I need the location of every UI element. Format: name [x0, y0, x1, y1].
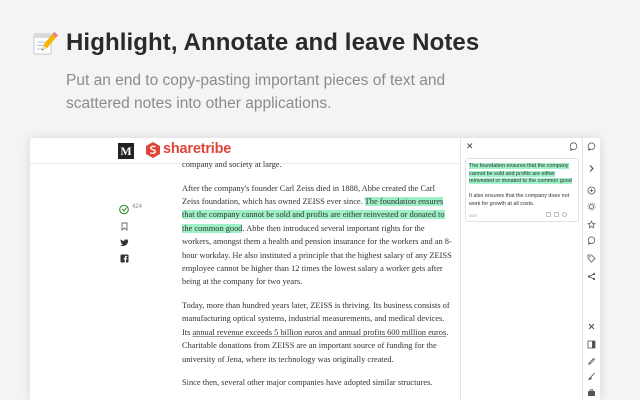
more-icon[interactable] — [562, 212, 567, 217]
article-paragraph: After the company's founder Carl Zeiss d… — [182, 182, 454, 289]
notes-panel: ✕ The foundation ensures that the compan… — [460, 138, 582, 400]
note-card[interactable]: The foundation ensures that the company … — [465, 158, 579, 222]
article-paragraph: company and society at large. — [182, 160, 282, 169]
close-icon[interactable] — [587, 322, 596, 331]
clap-icon[interactable] — [118, 203, 130, 215]
chat-icon[interactable] — [587, 142, 596, 151]
comment-icon[interactable] — [587, 236, 596, 245]
hero-title: Highlight, Annotate and leave Notes — [66, 29, 480, 56]
note-text[interactable]: It also ensures that the company does no… — [469, 193, 577, 208]
close-icon[interactable]: ✕ — [466, 141, 474, 152]
twitter-icon[interactable] — [120, 238, 129, 247]
copy-icon[interactable] — [554, 212, 559, 217]
article-text: . Abbe then introduced several important… — [182, 223, 452, 287]
layout-icon[interactable] — [587, 340, 596, 349]
note-quote: The foundation ensures that the company … — [469, 163, 577, 186]
hero-subtitle: Put an end to copy-pasting important pie… — [66, 72, 446, 112]
briefcase-icon[interactable] — [587, 388, 596, 397]
highlighter-icon[interactable] — [587, 356, 596, 365]
article-paragraph: Since then, several other major companie… — [182, 378, 433, 388]
clap-count: 424 — [132, 204, 143, 210]
note-quote-text: The foundation ensures that the company … — [469, 163, 572, 185]
brand-name[interactable]: sharetribe — [163, 141, 231, 157]
bookmark-icon[interactable] — [120, 222, 129, 231]
chevron-right-icon[interactable] — [587, 164, 596, 173]
medium-logo[interactable]: M — [118, 143, 134, 159]
tag-icon[interactable] — [587, 254, 596, 263]
star-icon[interactable] — [587, 220, 596, 229]
notepad-pencil-icon — [33, 31, 58, 55]
underlined-link[interactable]: annual revenue exceeds 5 billion euros a… — [192, 328, 446, 337]
sharetribe-logo-icon[interactable] — [146, 142, 160, 158]
paintbrush-icon[interactable] — [587, 372, 596, 381]
settings-icon[interactable] — [587, 202, 596, 211]
share-icon[interactable] — [587, 272, 596, 281]
comment-icon[interactable] — [569, 142, 578, 151]
facebook-icon[interactable] — [120, 254, 129, 263]
article-body: company and society at large. After the … — [182, 158, 454, 400]
plus-circle-icon[interactable] — [587, 186, 596, 195]
note-actions — [546, 212, 567, 217]
edit-icon[interactable] — [546, 212, 551, 217]
extension-toolbar — [582, 138, 600, 400]
article-paragraph: Today, more than hundred years later, ZE… — [182, 299, 454, 366]
browser-frame: M sharetribe 424 company and society at … — [30, 138, 600, 400]
note-date: now — [469, 213, 477, 218]
